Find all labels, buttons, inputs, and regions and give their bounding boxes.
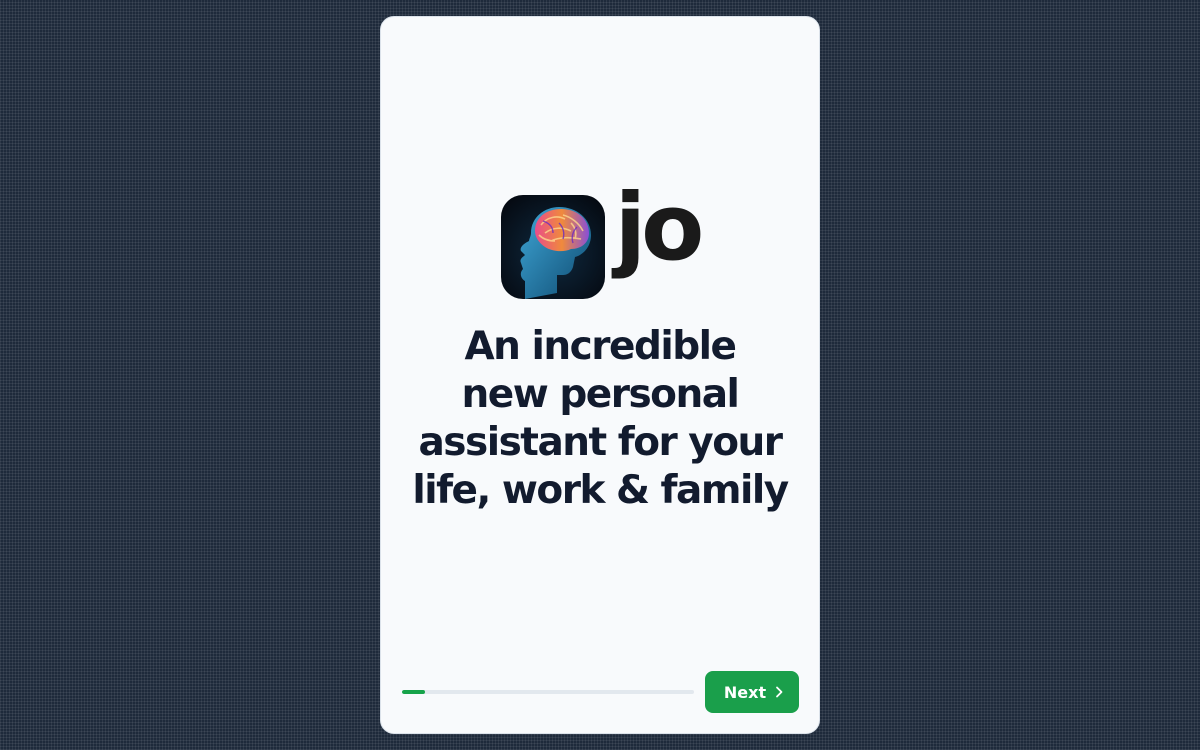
logo-row: jo [381,174,819,299]
progress-fill [402,690,426,694]
brain-head-icon [500,195,605,299]
next-button-label: Next [723,682,767,702]
onboarding-progress-bar [402,690,694,694]
headline: An incredible new personal assistant for… [401,323,799,515]
headline-line: assistant for your [418,420,783,465]
headline-line: new personal [461,372,740,417]
next-button[interactable]: Next [705,671,799,713]
onboarding-card: jo An incredible new personal assistant … [380,16,820,734]
headline-line: An incredible [464,324,737,369]
chevron-right-icon [776,686,783,698]
app-wordmark: jo [614,174,705,281]
headline-line: life, work & family [412,468,789,513]
